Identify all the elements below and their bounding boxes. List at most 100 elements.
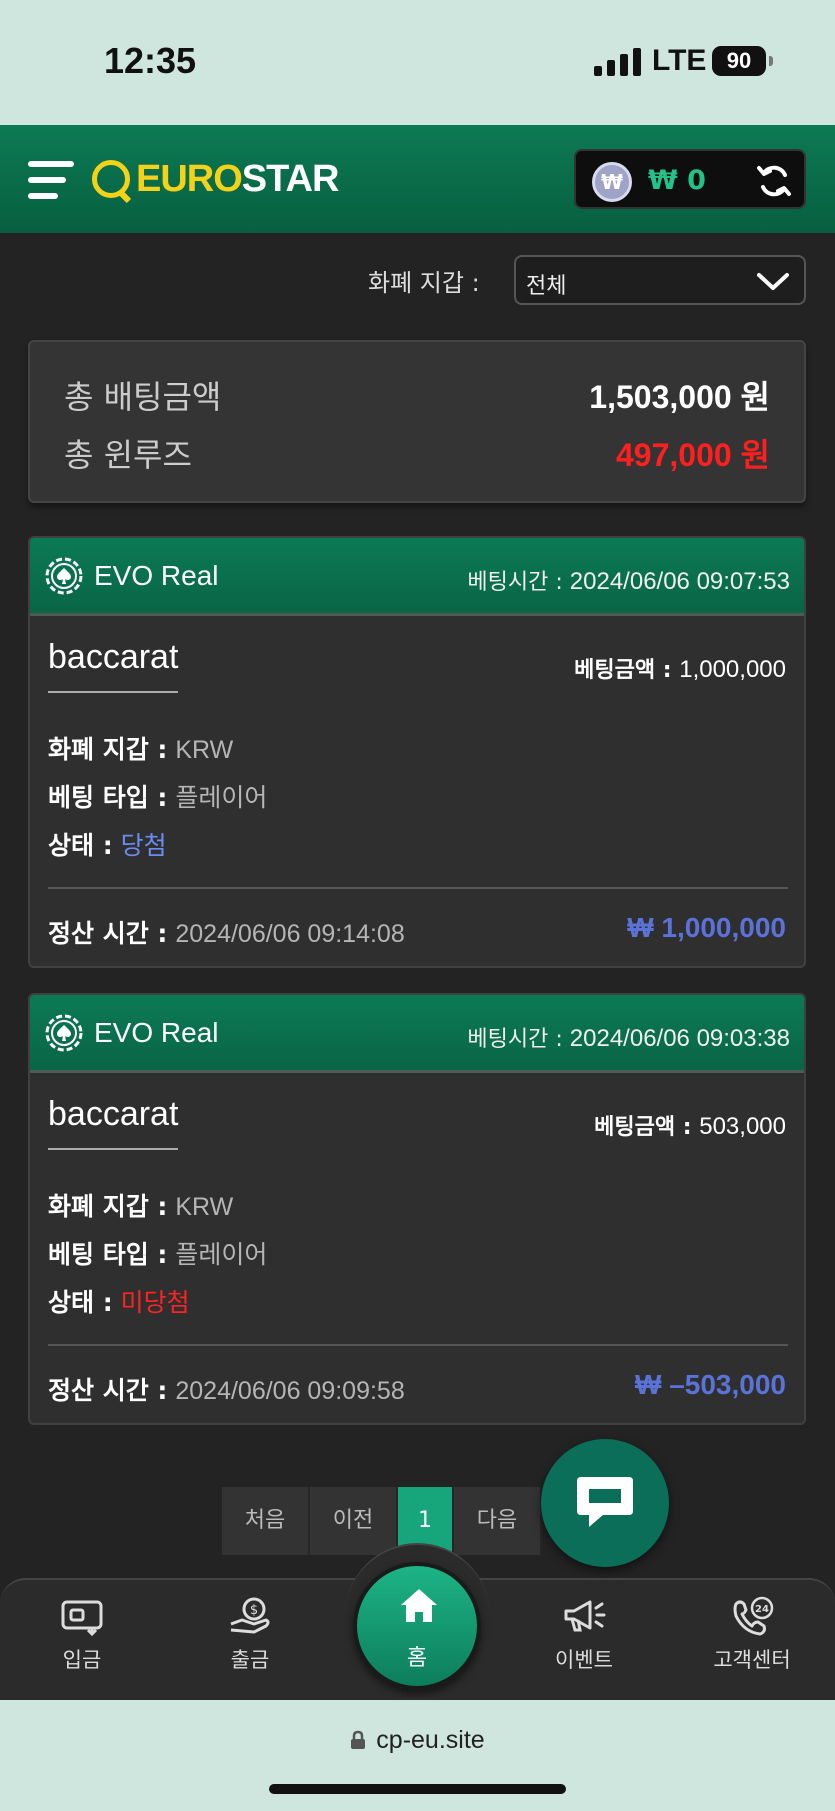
bet-card: EVO Real 베팅시간 : 2024/06/06 09:03:38 bacc… xyxy=(28,993,806,1425)
bet-time: 베팅시간 : 2024/06/06 09:07:53 xyxy=(467,564,790,596)
deposit-icon xyxy=(61,1600,103,1636)
bet-time-label: 베팅시간 : xyxy=(467,1027,563,1052)
battery-icon: 90 xyxy=(712,46,773,76)
settle-amount: ₩ 1,000,000 xyxy=(627,912,786,943)
currency-filter-select[interactable]: 전체 xyxy=(514,255,806,305)
nav-home-label: 홈 xyxy=(406,1646,428,1671)
logo-star: STAR xyxy=(241,157,340,200)
nav-event-label: 이벤트 xyxy=(555,1648,613,1672)
currency-value: KRW xyxy=(175,1193,234,1221)
refresh-icon[interactable] xyxy=(756,163,792,199)
nav-withdraw-label: 출금 xyxy=(230,1648,270,1672)
bet-type-value: 플레이어 xyxy=(175,784,268,812)
home-indicator xyxy=(269,1784,566,1794)
app-header: EUROSTAR ₩ ₩ 0 xyxy=(0,125,835,233)
bet-amount: 베팅금액 : 503,000 xyxy=(594,1109,786,1141)
bet-amount-label: 베팅금액 : xyxy=(594,1115,692,1140)
nav-deposit[interactable]: 입금 xyxy=(22,1596,142,1674)
bet-type-label: 베팅 타입 : xyxy=(48,783,168,812)
bet-type-label: 베팅 타입 : xyxy=(48,1240,168,1269)
browser-bar: cp-eu.site xyxy=(0,1700,835,1811)
page-first-button[interactable]: 처음 xyxy=(222,1487,310,1555)
provider-name: EVO Real xyxy=(94,1017,219,1048)
wallet-amount: ₩ 0 xyxy=(648,165,706,196)
bet-type-value: 플레이어 xyxy=(175,1241,268,1269)
chat-button[interactable] xyxy=(541,1439,669,1567)
menu-icon[interactable] xyxy=(28,157,74,203)
currency-label: 화폐 지갑 : xyxy=(48,735,168,764)
divider xyxy=(48,887,788,889)
casino-chip-icon xyxy=(45,557,83,595)
currency-value: KRW xyxy=(175,736,234,764)
bet-amount-value: 503,000 xyxy=(699,1113,786,1140)
wallet-balance[interactable]: ₩ ₩ 0 xyxy=(574,149,806,209)
status-badge: 미당첨 xyxy=(120,1288,190,1317)
withdraw-icon: $ xyxy=(230,1597,270,1634)
logo-text: EUROSTAR xyxy=(136,157,340,201)
chevron-down-icon xyxy=(757,273,789,290)
bet-card-header: EVO Real 베팅시간 : 2024/06/06 09:07:53 xyxy=(30,538,804,616)
url-text: cp-eu.site xyxy=(376,1726,485,1754)
nav-support[interactable]: 24 고객센터 xyxy=(692,1596,812,1674)
currency-row: 화폐 지갑 : KRW xyxy=(48,1187,233,1223)
bet-amount-label: 베팅금액 : xyxy=(574,658,672,683)
status-badge: 당첨 xyxy=(120,831,167,860)
currency-filter-value: 전체 xyxy=(526,274,567,299)
bet-time-label: 베팅시간 : xyxy=(467,570,563,595)
support-24-icon: 24 xyxy=(733,1596,774,1636)
svg-text:$: $ xyxy=(250,1603,258,1618)
status-row: 상태 : 미당첨 xyxy=(48,1283,190,1319)
currency-row: 화폐 지갑 : KRW xyxy=(48,730,233,766)
provider-name: EVO Real xyxy=(94,560,219,591)
bet-card: EVO Real 베팅시간 : 2024/06/06 09:07:53 bacc… xyxy=(28,536,806,968)
settle-amount: ₩ –503,000 xyxy=(635,1369,786,1400)
status-label: 상태 : xyxy=(48,1288,113,1317)
settle-label: 정산 시간 : xyxy=(48,1376,168,1405)
page-prev-button[interactable]: 이전 xyxy=(310,1487,398,1555)
home-icon xyxy=(401,1589,437,1622)
network-label: LTE xyxy=(652,44,707,77)
settle-row: 정산 시간 : 2024/06/06 09:14:08 xyxy=(48,914,405,950)
bet-time-value: 2024/06/06 09:03:38 xyxy=(569,1025,790,1052)
logo-mark-icon xyxy=(92,160,130,198)
nav-event[interactable]: 이벤트 xyxy=(524,1596,644,1674)
currency-label: 화폐 지갑 : xyxy=(48,1192,168,1221)
signal-icon xyxy=(594,46,641,76)
currency-filter-label: 화폐 지갑 : xyxy=(368,269,480,297)
status-time: 12:35 xyxy=(104,40,197,81)
status-row: 상태 : 당첨 xyxy=(48,826,167,862)
nav-deposit-label: 입금 xyxy=(62,1648,102,1672)
nav-home[interactable]: 홈 xyxy=(353,1562,481,1690)
settle-row: 정산 시간 : 2024/06/06 09:09:58 xyxy=(48,1371,405,1407)
game-name: baccarat xyxy=(48,1095,179,1150)
total-bet-label: 총 배팅금액 xyxy=(64,378,222,416)
bet-type-row: 베팅 타입 : 플레이어 xyxy=(48,778,267,814)
bet-amount-value: 1,000,000 xyxy=(679,656,786,683)
won-coin-icon: ₩ xyxy=(592,162,632,202)
bet-time-value: 2024/06/06 09:07:53 xyxy=(569,568,790,595)
casino-chip-icon xyxy=(45,1014,83,1052)
settle-time: 2024/06/06 09:09:58 xyxy=(175,1377,405,1405)
nav-support-label: 고객센터 xyxy=(713,1648,791,1672)
pagination: 처음 이전 1 다음 xyxy=(222,1487,542,1555)
lock-icon xyxy=(351,1730,366,1749)
chat-bubble-icon xyxy=(577,1477,633,1527)
settle-label: 정산 시간 : xyxy=(48,919,168,948)
settle-time: 2024/06/06 09:14:08 xyxy=(175,920,405,948)
game-name: baccarat xyxy=(48,638,179,693)
total-winloss-value: 497,000 원 xyxy=(615,437,770,473)
bet-time: 베팅시간 : 2024/06/06 09:03:38 xyxy=(467,1021,790,1053)
total-bet-value: 1,503,000 원 xyxy=(589,379,770,415)
bet-type-row: 베팅 타입 : 플레이어 xyxy=(48,1235,267,1271)
status-bar: 12:35 LTE 90 xyxy=(0,0,835,125)
url-bar[interactable]: cp-eu.site xyxy=(0,1726,835,1755)
bet-summary: 총 배팅금액 1,503,000 원 총 윈루즈 497,000 원 xyxy=(28,340,806,503)
bet-card-header: EVO Real 베팅시간 : 2024/06/06 09:03:38 xyxy=(30,995,804,1073)
total-winloss-label: 총 윈루즈 xyxy=(64,436,192,474)
svg-text:24: 24 xyxy=(755,1604,769,1615)
divider xyxy=(48,1344,788,1346)
nav-withdraw[interactable]: $ 출금 xyxy=(190,1596,310,1674)
logo[interactable]: EUROSTAR xyxy=(92,155,340,203)
status-label: 상태 : xyxy=(48,831,113,860)
page-next-button[interactable]: 다음 xyxy=(454,1487,542,1555)
